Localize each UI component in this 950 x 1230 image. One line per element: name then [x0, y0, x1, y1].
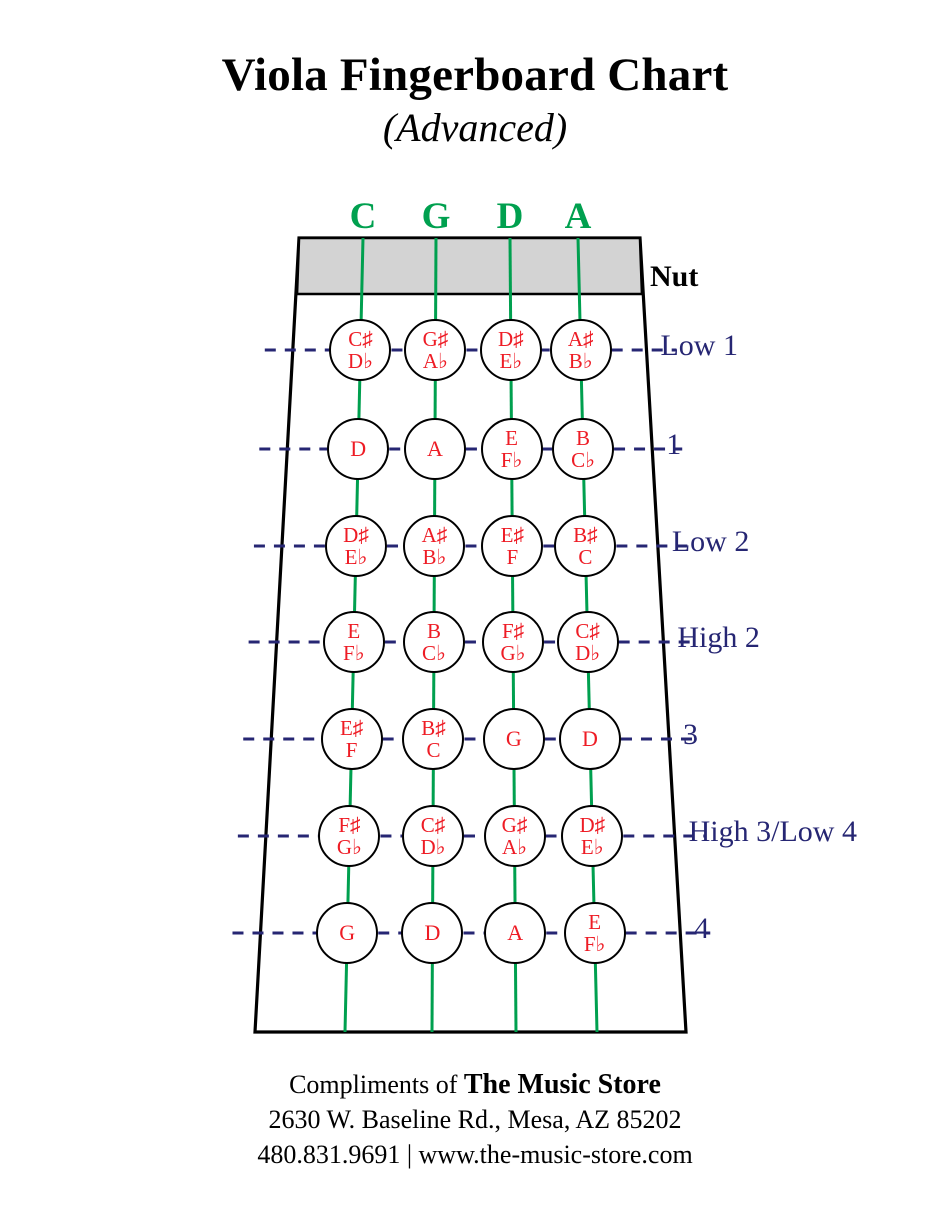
position-label: Low 2	[671, 525, 750, 558]
note-circle[interactable]: B C♭	[402, 611, 465, 673]
fingerboard-body	[253, 236, 688, 1034]
position-label: High 3/Low 4	[688, 815, 857, 848]
note-circle[interactable]: E F♭	[563, 902, 626, 964]
string-label-d: D	[496, 196, 524, 237]
note-circle[interactable]: E F♭	[322, 611, 385, 673]
note-label-enharmonic: G♭	[500, 641, 526, 665]
footer-contact: 480.831.9691 | www.the-music-store.com	[257, 1139, 693, 1169]
note-label-primary: F♯	[338, 812, 361, 837]
note-circle[interactable]: D	[327, 418, 390, 480]
note-circle[interactable]: G♯ A♭	[483, 805, 546, 867]
note-label-enharmonic: C	[578, 545, 593, 569]
note-label-primary: C♯	[420, 812, 446, 837]
footer-address: 2630 W. Baseline Rd., Mesa, AZ 85202	[268, 1105, 682, 1135]
note-label-primary: D♯	[343, 522, 369, 547]
footer-compliments-line: Compliments of The Music Store	[0, 1066, 950, 1103]
note-label-primary: D♯	[579, 812, 606, 837]
note-label-primary: D	[424, 920, 441, 946]
position-label: 4	[694, 912, 710, 945]
note-circle[interactable]: A♯ B♭	[403, 515, 466, 577]
fingerboard-diagram: CGDA C♯ D♭ G♯ A♭ D♯ E♭ A♯ B♭ D A E F♭ B C♭ D♯ E♭ A♯ B♭ E♯ F…	[0, 0, 950, 1060]
string-label-g: G	[421, 196, 451, 237]
note-label-primary: B	[576, 425, 591, 450]
note-label-primary: E	[588, 909, 602, 934]
note-label-enharmonic: E♭	[580, 835, 604, 859]
note-label-enharmonic: G♭	[336, 835, 362, 859]
note-label-enharmonic: C	[426, 738, 441, 762]
note-label-enharmonic: C♭	[421, 641, 446, 665]
note-label-primary: B♯	[573, 522, 598, 547]
note-label-primary: D	[350, 436, 367, 462]
note-label-enharmonic: D♭	[347, 349, 373, 373]
position-label: High 2	[677, 621, 760, 654]
note-label-enharmonic: B♭	[568, 349, 593, 373]
note-circle[interactable]: D	[558, 708, 621, 770]
note-circle[interactable]: G	[316, 902, 379, 964]
position-label: Low 1	[660, 329, 738, 362]
note-circle[interactable]: E♯ F	[320, 708, 383, 770]
note-label-primary: D	[582, 726, 598, 752]
note-label-enharmonic: B♭	[422, 545, 447, 569]
note-label-enharmonic: D♭	[575, 641, 601, 665]
note-label-primary: G	[505, 726, 522, 752]
footer: Compliments of The Music Store 2630 W. B…	[0, 1066, 950, 1172]
note-label-primary: A	[426, 436, 443, 462]
note-label-primary: A♯	[567, 326, 594, 351]
note-label-enharmonic: F	[506, 545, 519, 569]
note-circle[interactable]: A	[403, 418, 466, 480]
position-label: 3	[683, 718, 699, 751]
note-label-primary: B♯	[421, 715, 446, 740]
note-label-enharmonic: F♭	[500, 448, 523, 472]
note-label-primary: E	[347, 618, 361, 643]
note-label-primary: B	[426, 618, 441, 643]
note-circle[interactable]: B C♭	[552, 418, 615, 480]
note-label-primary: G♯	[422, 326, 449, 351]
note-label-primary: A	[507, 920, 524, 946]
note-circle[interactable]: C♯ D♭	[329, 319, 392, 381]
note-label-primary: C♯	[575, 618, 600, 643]
note-circle[interactable]: G	[482, 708, 545, 770]
note-circle[interactable]: F♯ G♭	[318, 805, 381, 867]
note-circle[interactable]: A♯ B♭	[549, 319, 612, 381]
note-label-enharmonic: F	[345, 738, 358, 762]
note-label-primary: D♯	[498, 326, 524, 351]
fingerboard-svg	[232, 236, 711, 1034]
note-label-primary: G	[339, 920, 356, 946]
note-circle[interactable]: B♯ C	[554, 515, 617, 577]
nut-label: Nut	[650, 260, 699, 293]
note-label-primary: G♯	[501, 812, 528, 837]
footer-compliments-prefix: Compliments of	[289, 1070, 458, 1099]
store-name: The Music Store	[463, 1069, 661, 1100]
note-label-primary: E♯	[339, 715, 364, 740]
note-label-primary: C♯	[348, 326, 373, 351]
note-label-primary: E♯	[500, 522, 524, 547]
note-circle[interactable]: D♯ E♭	[325, 515, 388, 577]
note-circle[interactable]: G♯ A♭	[404, 319, 467, 381]
note-circle[interactable]: A	[484, 902, 547, 964]
note-circle[interactable]: D♯ E♭	[561, 805, 624, 867]
note-circle[interactable]: F♯ G♭	[482, 611, 545, 673]
nut-block	[295, 236, 644, 296]
string-label-c: C	[349, 196, 377, 237]
note-circle[interactable]: C♯ D♭	[401, 805, 464, 867]
note-label-enharmonic: A♭	[501, 835, 528, 859]
note-label-primary: F♯	[501, 618, 525, 643]
note-label-enharmonic: E♭	[499, 349, 523, 373]
note-circle[interactable]: C♯ D♭	[556, 611, 619, 673]
note-label-enharmonic: F♭	[343, 641, 365, 665]
note-label-enharmonic: F♭	[583, 932, 606, 956]
note-label-primary: A♯	[421, 522, 448, 547]
note-label-enharmonic: D♭	[420, 835, 446, 859]
note-label-enharmonic: A♭	[422, 349, 448, 373]
note-circle[interactable]: E♯ F	[481, 515, 544, 577]
string-label-a: A	[564, 196, 592, 237]
position-label: 1	[666, 428, 682, 461]
note-label-enharmonic: C♭	[571, 448, 595, 472]
note-label-enharmonic: E♭	[344, 545, 368, 569]
note-circle[interactable]: D♯ E♭	[479, 319, 542, 381]
note-circle[interactable]: E F♭	[480, 418, 543, 480]
note-label-primary: E	[505, 425, 518, 450]
